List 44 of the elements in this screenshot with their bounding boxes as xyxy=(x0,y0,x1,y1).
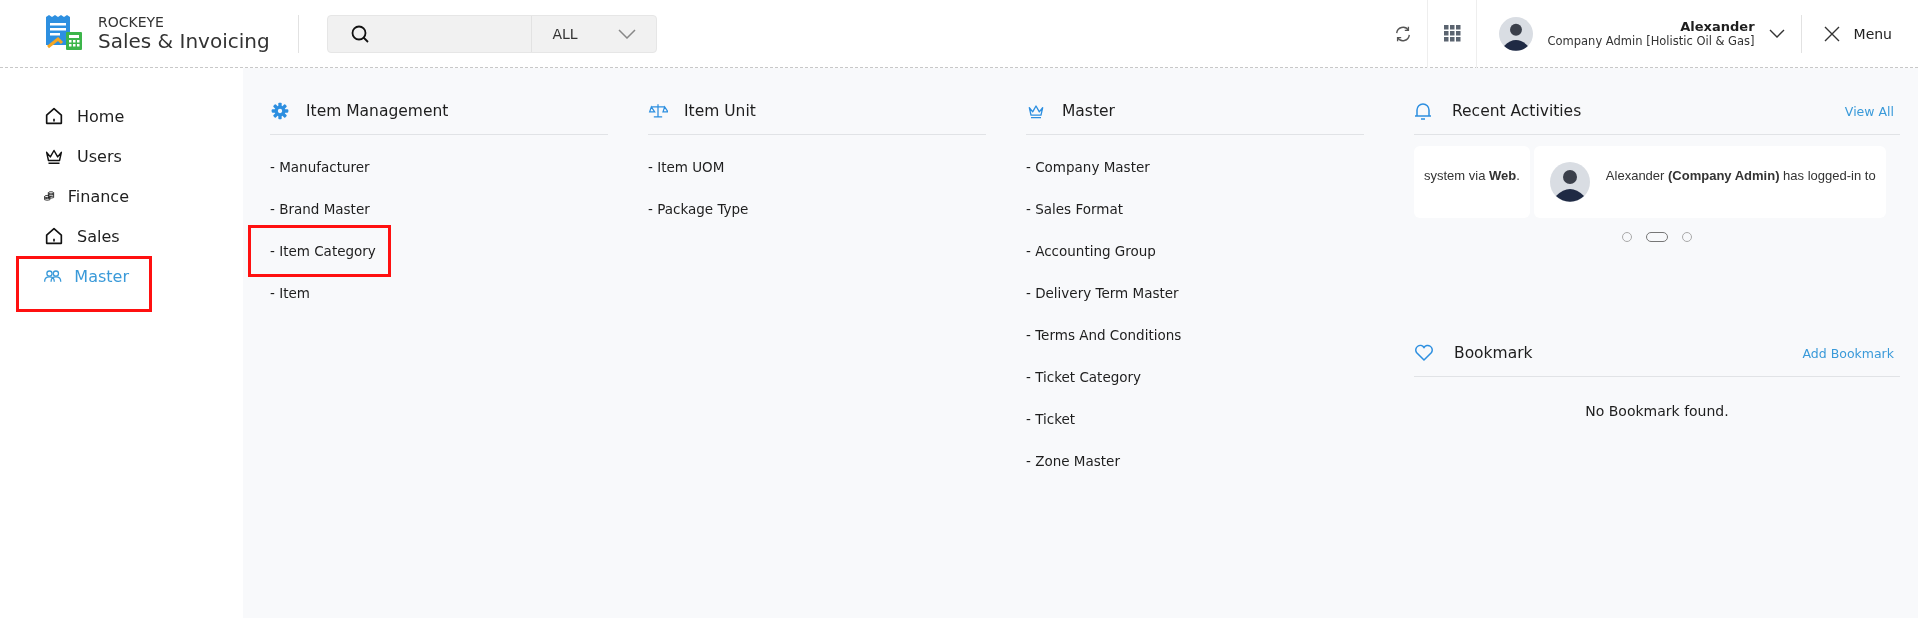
section-title: Item Unit xyxy=(684,102,756,120)
close-icon xyxy=(1823,25,1840,42)
menu-link[interactable]: - Item UOM xyxy=(626,146,740,188)
menu-button[interactable]: Menu xyxy=(1801,25,1918,42)
chevron-down-icon[interactable] xyxy=(1768,29,1785,38)
sidebar-item[interactable]: Home xyxy=(16,96,152,136)
menu-link[interactable]: - Package Type xyxy=(626,188,764,230)
heart-icon xyxy=(1414,344,1434,362)
refresh-icon[interactable] xyxy=(1394,24,1413,43)
menu-link[interactable]: - Terms And Conditions xyxy=(1004,314,1197,356)
bell-icon xyxy=(1414,101,1432,121)
menu-link[interactable]: - Ticket Category xyxy=(1004,356,1157,398)
menu-link[interactable]: - Item Category xyxy=(248,225,391,277)
settings-icon xyxy=(270,101,290,121)
search-field[interactable]: ALL xyxy=(326,14,657,53)
search-icon xyxy=(349,23,370,44)
sidebar-item[interactable]: Users xyxy=(16,136,152,176)
section-title: Bookmark xyxy=(1454,344,1533,362)
empty-message: No Bookmark found. xyxy=(1584,403,1730,419)
menu-link[interactable]: - Zone Master xyxy=(1004,440,1135,482)
user-role: Company Admin [Holistic Oil & Gas] xyxy=(1547,34,1755,48)
menu-link[interactable]: - Ticket xyxy=(1004,398,1091,440)
app-title: Sales & Invoicing xyxy=(98,30,270,53)
section-title: Item Management xyxy=(306,102,449,120)
activity-text: system via Web. xyxy=(1424,168,1520,183)
chevron-down-icon xyxy=(617,28,636,39)
menu-link[interactable]: - Manufacturer xyxy=(248,146,385,188)
house-icon xyxy=(43,225,65,247)
menu-link[interactable]: - Sales Format xyxy=(1004,188,1138,230)
sidebar-item[interactable]: Finance xyxy=(16,176,152,216)
avatar xyxy=(1499,16,1534,51)
user-name: Alexander xyxy=(1679,19,1755,34)
menu-link[interactable]: - Company Master xyxy=(1004,146,1165,188)
brand-name: ROCKEYE xyxy=(98,14,165,31)
activity-text: Alexander (Company Admin) has logged-in to xyxy=(1605,167,1876,183)
apps-grid-icon[interactable] xyxy=(1444,25,1461,42)
section-title: Recent Activities xyxy=(1452,102,1582,120)
logo-icon xyxy=(44,15,84,52)
menu-link[interactable]: - Delivery Term Master xyxy=(1004,272,1194,314)
house-icon xyxy=(43,105,65,127)
sidebar-item[interactable]: Sales xyxy=(16,216,152,256)
filter-dropdown[interactable]: ALL xyxy=(531,15,656,52)
menu-link[interactable]: - Accounting Group xyxy=(1004,230,1171,272)
section-title: Master xyxy=(1062,102,1115,120)
